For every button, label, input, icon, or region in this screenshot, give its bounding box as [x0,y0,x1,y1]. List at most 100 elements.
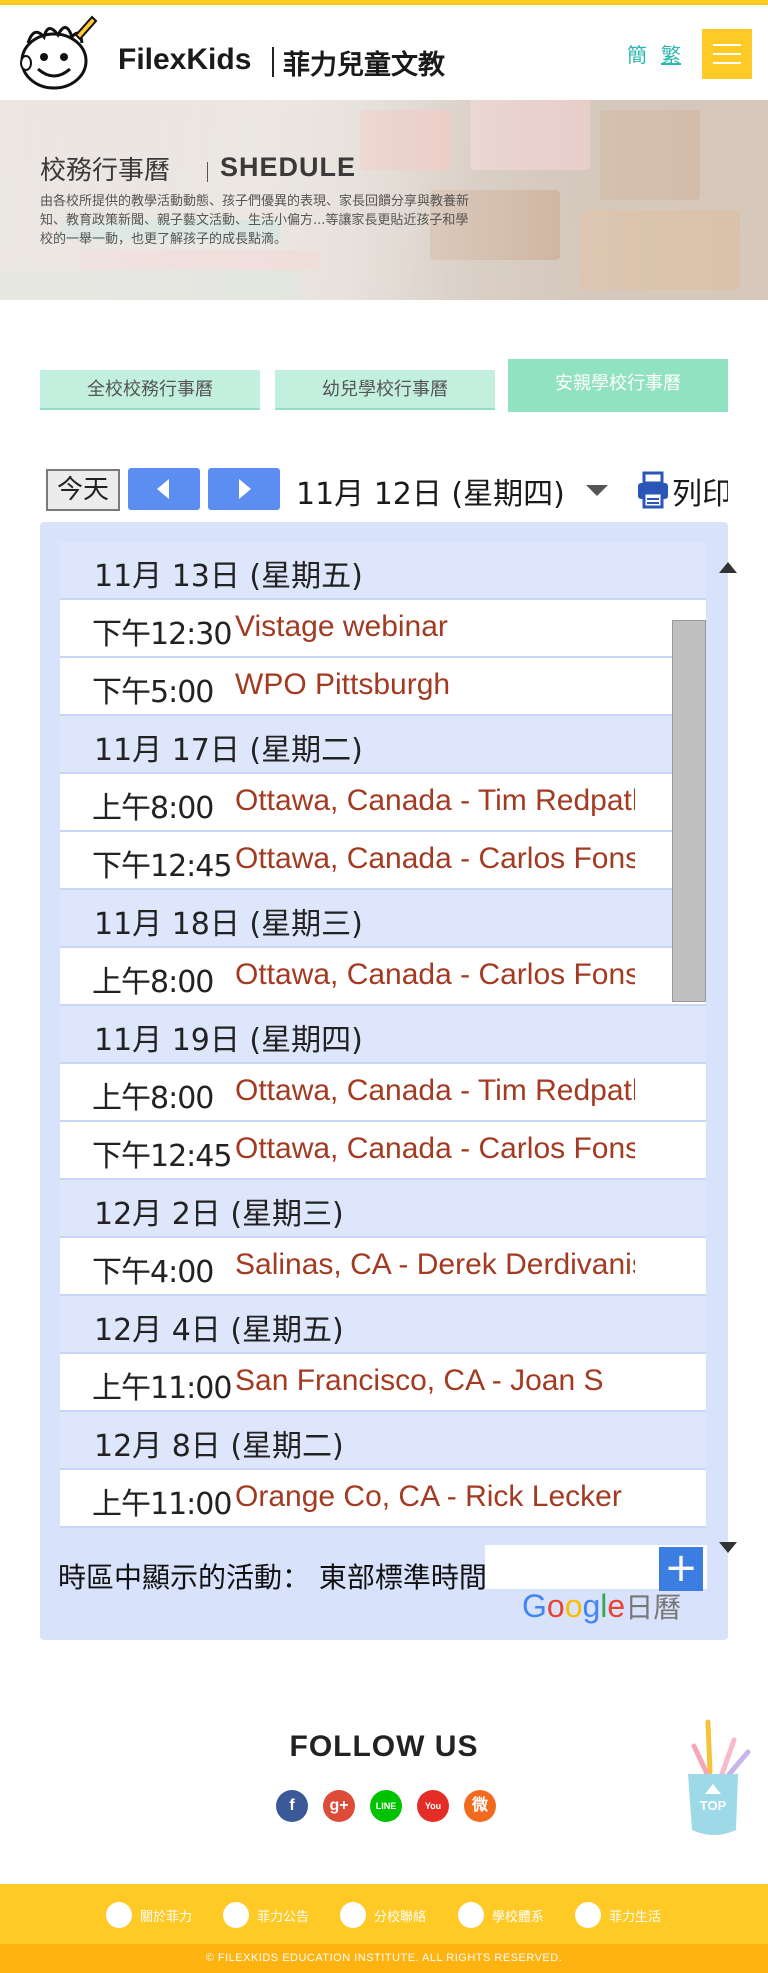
follow-us-section: FOLLOW US [0,1730,768,1764]
agenda-date-header: 12月 2日 (星期三) [60,1180,706,1238]
agenda-date-text: 12月 8日 (星期二) [94,1429,344,1464]
agenda-event-row[interactable]: 下午12:45Ottawa, Canada - Carlos Fonseca [60,1122,706,1180]
event-time: 上午11:00 [92,1487,232,1522]
weibo-icon[interactable]: 微 [464,1790,496,1822]
event-title-link[interactable]: Ottawa, Canada - Carlos Fonseca [235,1132,635,1166]
agenda-list[interactable]: 11月 13日 (星期五) 下午12:30 Vistage webinar 下午5:0… [60,542,706,1542]
line-icon[interactable]: LINE [370,1790,402,1822]
agenda-date-header: 12月 8日 (星期二) [60,1412,706,1470]
brand-name-zh[interactable]: 菲力兒童文教 [283,43,445,82]
event-title-link[interactable]: Ottawa, Canada - Tim Redpath [235,784,635,818]
megaphone-icon [223,1902,249,1928]
lang-simplified-link[interactable]: 簡 [627,39,647,68]
agenda-date-header: 11月 19日 (星期四) [60,1006,706,1064]
tab-kindergarten-calendar[interactable]: 幼兒學校行事曆 [275,370,495,410]
youtube-icon[interactable]: You [417,1790,449,1822]
agenda-date-header: 11月 18日 (星期三) [60,890,706,948]
copyright: © FILEXKIDS EDUCATION INSTITUTE. ALL RIG… [0,1944,768,1973]
event-time: 下午12:30 [92,617,232,652]
tab-all-schools-calendar[interactable]: 全校校務行事曆 [40,370,260,410]
footer-link-label: 學校體系 [492,1910,545,1925]
banner-title-divider [207,162,208,182]
date-dropdown-icon[interactable] [586,485,608,496]
mail-icon [340,1902,366,1928]
footer-link-label: 關於菲力 [140,1910,193,1925]
event-title-link[interactable]: Orange Co, CA - Rick Lecker [235,1480,635,1514]
top-label: TOP [700,1798,727,1813]
page-banner: 校務行事曆 SHEDULE 由各校所提供的教學活動動態、孩子們優異的表現、家長回… [0,100,768,300]
agenda-event-row[interactable]: 上午11:00 San Francisco, CA - Joan S [60,1354,706,1412]
footer-nav: 關於菲力 菲力公告 分校聯絡 學校體系 菲力生活 [0,1884,768,1944]
google-calendar-logo[interactable]: Google日曆 [522,1586,681,1626]
agenda-date-text: 11月 13日 (星期五) [94,559,363,594]
printer-icon[interactable] [636,471,670,509]
agenda-event-row[interactable]: 下午5:00 WPO Pittsburgh [60,658,706,716]
agenda-event-row[interactable]: 上午8:00 Ottawa, Canada - Carlos Fonseca [60,948,706,1006]
event-title-link[interactable]: Ottawa, Canada - Carlos Fonseca [235,958,635,992]
hamburger-menu-button[interactable] [702,29,752,79]
event-time: 下午12:45 [92,849,232,884]
scrollbar-thumb[interactable] [672,620,706,1002]
social-links: f g+ LINE You 微 [0,1790,768,1826]
brand-name-en[interactable]: FilexKids [118,43,251,77]
event-title-link[interactable]: Ottawa, Canada - Tim Redpath [235,1074,635,1108]
scroll-down-arrow-icon[interactable] [719,1542,737,1553]
agenda-date-text: 12月 4日 (星期五) [94,1313,344,1348]
site-header: FilexKids 菲力兒童文教 簡 繁 [0,5,768,100]
next-period-button[interactable] [208,468,280,510]
agenda-event-row[interactable]: 下午12:45Ottawa, Canada - Carlos Fonseca [60,832,706,890]
agenda-date-text: 12月 2日 (星期三) [94,1197,344,1232]
logo-face-icon[interactable] [14,13,100,93]
agenda-event-row[interactable]: 上午11:00 Orange Co, CA - Rick Lecker [60,1470,706,1528]
event-time: 下午12:45 [92,1139,232,1174]
agenda-event-row[interactable]: 下午4:00 Salinas, CA - Derek Derdivanis [60,1238,706,1296]
agenda-event-row[interactable]: 上午8:00 Ottawa, Canada - Tim Redpath [60,774,706,832]
prev-period-button[interactable] [128,468,200,510]
agenda-date-text: 11月 19日 (星期四) [94,1023,363,1058]
print-label[interactable]: 列印 [672,469,728,513]
flag-icon [106,1902,132,1928]
calendar-toolbar: 今天 11月 12日 (星期四) 列印 [40,465,728,513]
facebook-icon[interactable]: f [276,1790,308,1822]
today-button[interactable]: 今天 [46,469,120,511]
footer-link-label: 分校聯絡 [374,1910,427,1925]
follow-us-title: FOLLOW US [285,1730,483,1764]
google-logo-text: Google [522,1588,626,1624]
brand-divider [272,47,274,77]
event-time: 下午4:00 [92,1255,214,1290]
calendar-word: 日曆 [625,1591,682,1624]
agenda-event-row[interactable]: 下午12:30 Vistage webinar [60,600,706,658]
timezone-note: 時區中顯示的活動： 東部標準時間 [58,1561,487,1594]
banner-title-zh: 校務行事曆 [40,156,171,186]
add-to-google-calendar-button[interactable]: + [659,1547,703,1591]
lang-traditional-link[interactable]: 繁 [661,39,681,68]
agenda-date-header: 11月 13日 (星期五) [60,542,706,600]
event-time: 上午8:00 [92,965,214,1000]
layers-icon [458,1902,484,1928]
agenda-date-text: 11月 17日 (星期二) [94,733,363,768]
banner-title-en: SHEDULE [220,152,357,182]
event-time: 上午8:00 [92,791,214,826]
tab-afterschool-calendar[interactable]: 安親學校行事曆 [508,359,728,412]
heart-icon [575,1902,601,1928]
agenda-date-header: 12月 4日 (星期五) [60,1296,706,1354]
back-to-top-button[interactable]: TOP [678,1712,758,1842]
agenda-date-header: 11月 17日 (星期二) [60,716,706,774]
banner-description: 由各校所提供的教學活動動態、孩子們優異的表現、家長回饋分享與教養新知、教育政策新… [40,194,470,247]
event-title-link[interactable]: San Francisco, CA - Joan S [235,1364,635,1398]
scroll-up-arrow-icon[interactable] [719,562,737,573]
chevron-right-icon [239,479,251,499]
chevron-left-icon [157,479,169,499]
event-title-link[interactable]: Salinas, CA - Derek Derdivanis [235,1248,635,1282]
event-time: 上午8:00 [92,1081,214,1116]
event-time: 下午5:00 [92,675,214,710]
event-time: 上午11:00 [92,1371,232,1406]
event-title-link[interactable]: Vistage webinar [235,610,635,644]
event-title-link[interactable]: Ottawa, Canada - Carlos Fonseca [235,842,635,876]
google-plus-icon[interactable]: g+ [323,1790,355,1822]
current-date-label[interactable]: 11月 12日 (星期四) [296,469,565,513]
calendar-agenda-panel: 11月 13日 (星期五) 下午12:30 Vistage webinar 下午5:0… [40,522,737,1640]
agenda-event-row[interactable]: 上午8:00 Ottawa, Canada - Tim Redpath [60,1064,706,1122]
event-title-link[interactable]: WPO Pittsburgh [235,668,635,702]
agenda-date-text: 11月 18日 (星期三) [94,907,363,942]
